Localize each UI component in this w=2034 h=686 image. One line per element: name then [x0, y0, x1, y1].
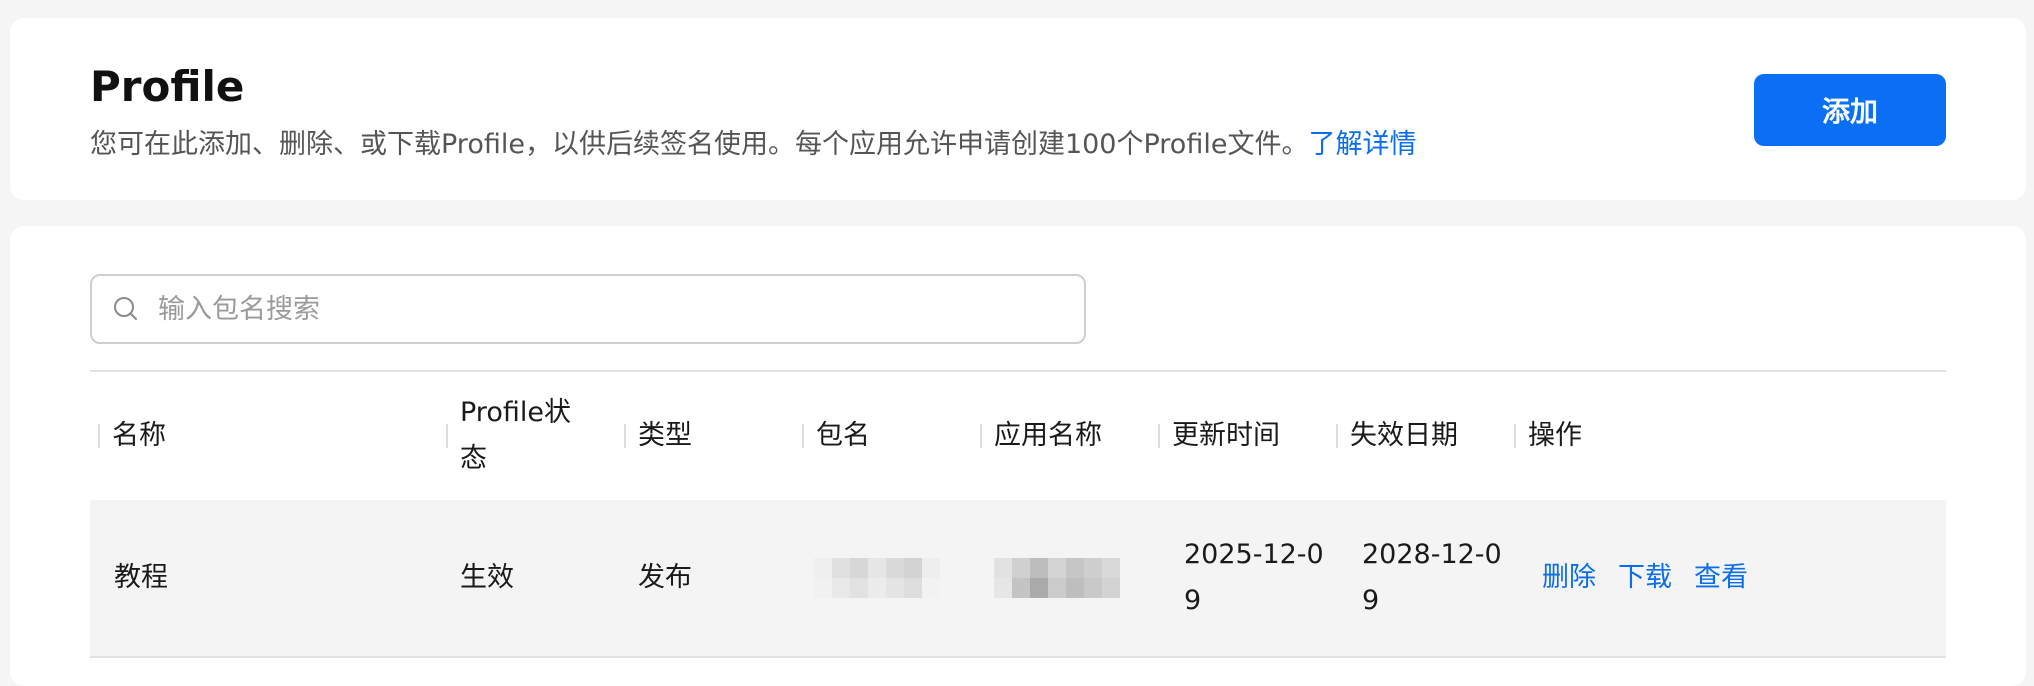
column-label: 名称 [112, 420, 166, 451]
column-header-expires[interactable]: 失效日期 [1328, 372, 1504, 500]
redacted-blur [814, 558, 958, 598]
column-separator [446, 424, 448, 448]
column-header-type[interactable]: 类型 [616, 372, 792, 500]
row-actions: 删除 下载 查看 [1542, 555, 1748, 601]
column-label: 操作 [1528, 420, 1582, 451]
column-separator [980, 424, 982, 448]
cell-expires: 2028-12-09 [1362, 539, 1502, 616]
column-header-updated[interactable]: 更新时间 [1150, 372, 1326, 500]
table-row: 教程 生效 发布 2025-12-09 2028-12-09 删除 下载 查看 [90, 500, 1946, 658]
cell-app-name-redacted [994, 500, 1120, 656]
column-separator [624, 424, 626, 448]
learn-more-link[interactable]: 了解详情 [1308, 129, 1416, 160]
delete-button[interactable]: 删除 [1542, 555, 1596, 601]
redacted-blur [994, 558, 1120, 598]
cell-package-name-redacted [814, 500, 958, 656]
search-icon [114, 297, 137, 320]
column-label: 更新时间 [1172, 420, 1280, 451]
download-button[interactable]: 下载 [1618, 555, 1672, 601]
column-header-status[interactable]: Profile状态 [438, 372, 614, 500]
profile-header-card: Profile 您可在此添加、删除、或下载Profile，以供后续签名使用。每个… [10, 18, 2026, 200]
description-text: 您可在此添加、删除、或下载Profile，以供后续签名使用。每个应用允许申请创建… [90, 129, 1309, 160]
table-header: 名称 Profile状态 类型 包名 应用名称 更新时间 失效日期 操作 [90, 372, 1946, 500]
column-header-actions: 操作 [1506, 372, 1806, 500]
column-separator [1158, 424, 1160, 448]
column-header-app-name[interactable]: 应用名称 [972, 372, 1148, 500]
column-label: 包名 [816, 420, 870, 451]
cell-updated: 2025-12-09 [1184, 539, 1324, 616]
cell-type: 发布 [638, 562, 692, 593]
add-profile-button[interactable]: 添加 [1754, 74, 1946, 146]
page-description: 您可在此添加、删除、或下载Profile，以供后续签名使用。每个应用允许申请创建… [90, 122, 1416, 161]
view-button[interactable]: 查看 [1694, 555, 1748, 601]
cell-actions: 删除 下载 查看 [1542, 500, 1748, 656]
column-label: 失效日期 [1350, 420, 1458, 451]
column-header-package[interactable]: 包名 [794, 372, 970, 500]
column-label: 类型 [638, 420, 692, 451]
page-title: Profile [90, 62, 245, 111]
column-separator [1514, 424, 1516, 448]
search-input[interactable] [156, 292, 1040, 326]
search-box[interactable] [90, 274, 1086, 344]
cell-status: 生效 [460, 562, 514, 593]
cell-name: 教程 [114, 562, 168, 593]
column-separator [1336, 424, 1338, 448]
profile-list-card: 名称 Profile状态 类型 包名 应用名称 更新时间 失效日期 操作 [10, 226, 2026, 686]
column-label: 应用名称 [994, 420, 1102, 451]
column-header-name[interactable]: 名称 [90, 372, 430, 500]
column-separator [98, 424, 100, 448]
column-label: Profile状态 [460, 397, 571, 474]
column-separator [802, 424, 804, 448]
